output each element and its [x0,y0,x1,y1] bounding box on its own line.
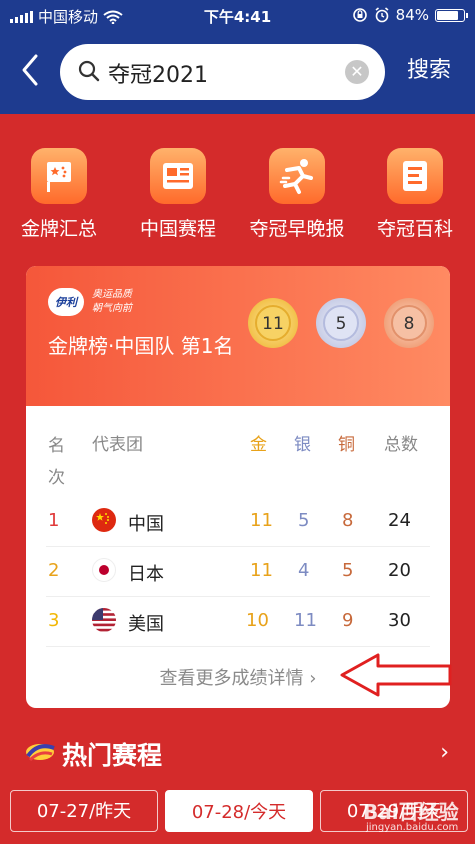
quick-nav-encyclopedia[interactable]: 夺冠百科 [356,148,474,241]
team-cell: 中国 [128,514,164,535]
rank-cell: 1 [48,510,60,531]
header-rank: 名次 [48,436,65,488]
search-header: 夺冠2021 ✕ 搜索 [0,32,475,114]
watermark-logo: Bai百经验 [363,800,459,824]
header-bronze: 铜 [338,435,355,455]
book-icon [387,148,443,204]
annotation-arrow-icon [340,653,452,697]
medal-table-card: 伊利 奥运品质 朝气向前 金牌榜·中国队 第1名 11 5 8 名次 代表团 金… [26,266,450,708]
watermark-url: jingyan.baidu.com [366,822,459,833]
sponsor-slogan: 奥运品质 朝气向前 [92,289,132,314]
bronze-cell: 5 [342,560,354,581]
search-query: 夺冠2021 [108,63,208,88]
bronze-cell: 9 [342,610,354,631]
quick-nav-china-schedule[interactable]: 中国赛程 [119,148,237,241]
hot-events-title: 热门赛程 [62,741,163,770]
total-cell: 24 [388,510,411,531]
table-row[interactable]: 2 日本 11 4 5 20 [46,546,430,597]
search-input[interactable]: 夺冠2021 ✕ [60,44,385,100]
search-icon [78,60,100,82]
china-flag-icon [92,508,116,532]
silver-medal-count: 5 [316,298,366,348]
yili-logo: 伊利 [48,288,84,316]
quick-nav-daily-report[interactable]: 夺冠早晚报 [238,148,356,241]
hot-events-header[interactable]: 热门赛程 › [0,728,475,778]
bronze-cell: 8 [342,510,354,531]
quick-nav: 金牌汇总 中国赛程 夺冠早晚报 夺冠百科 [0,148,475,248]
team-cell: 美国 [128,614,164,635]
header-total: 总数 [384,435,418,455]
battery-percent: 84% [395,6,429,24]
quick-nav-label: 金牌汇总 [20,218,97,240]
rank-cell: 2 [48,560,60,581]
chevron-left-icon [22,54,38,86]
quick-nav-medal-summary[interactable]: 金牌汇总 [0,148,118,241]
team-cell: 日本 [128,564,164,585]
silver-cell: 11 [294,610,317,631]
total-cell: 20 [388,560,411,581]
back-button[interactable] [18,50,48,90]
quick-nav-label: 夺冠百科 [376,218,453,240]
silver-cell: 5 [298,510,310,531]
quick-nav-label: 中国赛程 [139,218,216,240]
rank-cell: 3 [48,610,60,631]
gold-cell: 11 [250,560,273,581]
sponsor-brand: 伊利 奥运品质 朝气向前 [48,288,132,316]
japan-flag-icon [92,558,116,582]
star-flag-icon [31,148,87,204]
table-row[interactable]: 3 美国 10 11 9 30 [46,596,430,647]
total-cell: 30 [388,610,411,631]
header-gold: 金 [250,435,267,455]
bronze-medal-count: 8 [384,298,434,348]
medal-rank-title: 金牌榜·中国队 第1名 [48,334,234,358]
gold-medal-count: 11 [248,298,298,348]
silver-cell: 4 [298,560,310,581]
chevron-right-icon: › [309,668,317,689]
runner-icon [269,148,325,204]
gold-cell: 10 [246,610,269,631]
orientation-lock-icon [352,8,367,22]
date-tab-yesterday[interactable]: 07-27/昨天 [10,790,158,832]
medal-card-header: 伊利 奥运品质 朝气向前 金牌榜·中国队 第1名 11 5 8 [26,266,450,406]
date-tab-today[interactable]: 07-28/今天 [165,790,313,832]
battery-icon [435,8,468,22]
header-silver: 银 [294,435,311,455]
schedule-card-icon [150,148,206,204]
chevron-right-icon: › [440,740,449,765]
table-row[interactable]: 1 中国 11 5 8 24 [46,496,430,547]
quick-nav-label: 夺冠早晚报 [249,218,345,240]
gold-cell: 11 [250,510,273,531]
status-bar: 中国移动 下午4:41 84% [0,0,475,32]
alarm-icon [375,7,389,23]
usa-flag-icon [92,608,116,632]
search-button[interactable]: 搜索 [407,52,451,84]
clear-icon[interactable]: ✕ [345,60,369,84]
swoosh-logo-icon [26,744,55,762]
header-team: 代表团 [92,435,143,455]
